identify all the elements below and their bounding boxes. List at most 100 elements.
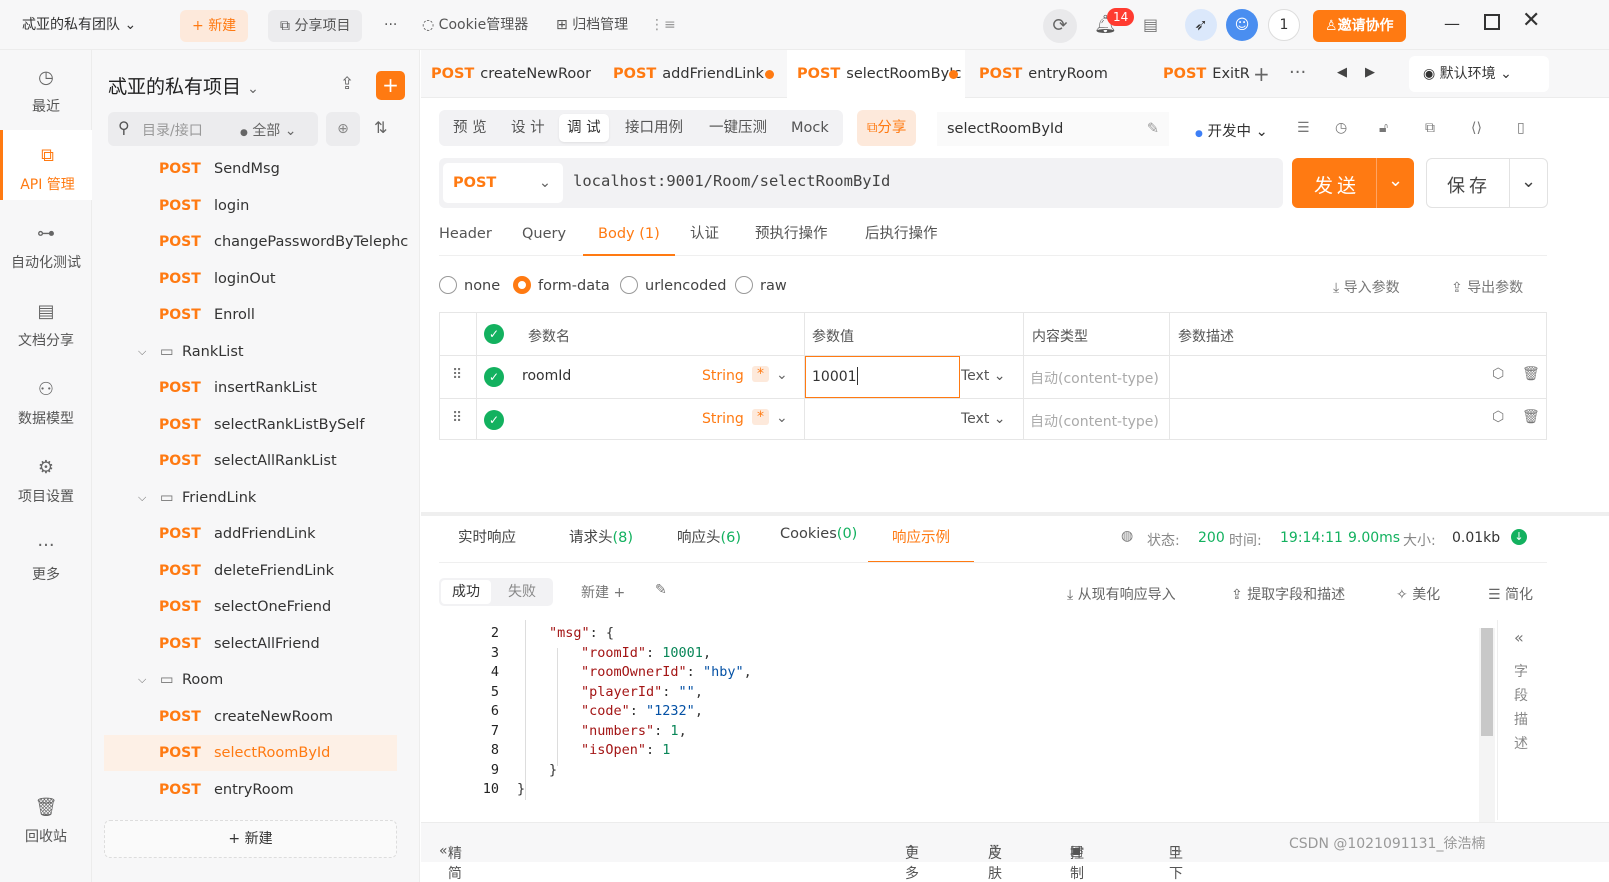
editor-scrollbar[interactable]	[1479, 628, 1495, 824]
url-input[interactable]: localhost:9001/Room/selectRoomById	[573, 172, 890, 190]
tab-selectRoomById[interactable]: POST selectRoomByIc	[787, 50, 965, 98]
rail-item-recent[interactable]: ◷ 最近	[0, 64, 92, 130]
rail-item-api[interactable]: ⧉ API 管理	[0, 130, 92, 200]
invite-button[interactable]: ♙邀请协作	[1313, 10, 1406, 42]
tree-api-item[interactable]: POST SendMsg	[92, 151, 420, 187]
body-type-form-data[interactable]: form-data	[513, 276, 610, 296]
outline-icon[interactable]: ☰	[1297, 120, 1310, 136]
row-check-icon[interactable]: ✓	[484, 410, 504, 430]
export-icon[interactable]: ⇪	[340, 74, 354, 94]
new-button[interactable]: + 新建	[180, 10, 249, 42]
scroll-thumb[interactable]	[1481, 628, 1493, 736]
tree-api-item[interactable]: POST insertRankList	[92, 370, 420, 406]
archive-manager-button[interactable]: ⊞ 归档管理	[556, 10, 628, 40]
close-icon[interactable]: ✕	[1522, 8, 1540, 33]
subtab-pre-request[interactable]: 预执行操作	[755, 220, 828, 260]
maximize-icon[interactable]	[1484, 14, 1500, 30]
share-project-button[interactable]: ⧉ 分享项目	[268, 10, 363, 42]
cube-icon[interactable]: ⬡	[1492, 409, 1504, 425]
body-type-raw[interactable]: raw	[735, 276, 787, 296]
member-count[interactable]: 1	[1268, 9, 1300, 41]
pane-splitter[interactable]	[421, 512, 1609, 516]
chevron-down-icon[interactable]: ⌵	[138, 480, 146, 516]
import-params-button[interactable]: ⤓ 导入参数	[1333, 277, 1400, 297]
tree-api-item[interactable]: POST selectAllFriend	[92, 626, 420, 662]
mode-preview[interactable]: 预 览	[445, 114, 495, 142]
status-select[interactable]: ● 开发中 ⌄	[1195, 120, 1268, 141]
tree-api-item[interactable]: POST selectRoomById	[104, 735, 397, 771]
subtab-header[interactable]: Header	[439, 220, 492, 260]
tree-api-item[interactable]: POST entryRoom	[92, 772, 420, 808]
tree-folder[interactable]: ⌵ ▭ FriendLink	[92, 480, 420, 516]
note-icon[interactable]: ▤	[1143, 15, 1158, 34]
subtab-query[interactable]: Query	[522, 220, 566, 260]
body-type-urlencoded[interactable]: urlencoded	[620, 276, 726, 296]
send-button[interactable]: 发送 ⌄	[1292, 158, 1414, 208]
content-type-input[interactable]: 自动(content-type)	[1030, 368, 1159, 388]
import-from-response-button[interactable]: ⤓ 从现有响应导入	[1067, 584, 1176, 604]
tab-createNewRoom[interactable]: POST createNewRoor	[431, 50, 591, 98]
method-select[interactable]: POST ⌄	[443, 163, 563, 203]
tree-folder[interactable]: ⌵ ▭ RankList	[92, 334, 420, 370]
search-input[interactable]: 目录/接口	[142, 120, 203, 140]
cube-icon[interactable]: ⬡	[1492, 366, 1504, 382]
mode-stress[interactable]: 一键压测	[701, 114, 775, 142]
lock-icon[interactable]: 🔓︎	[1379, 120, 1388, 136]
mode-design[interactable]: 设 计	[503, 114, 553, 142]
delete-icon[interactable]: 🗑︎	[1522, 409, 1540, 425]
drag-handle-icon[interactable]: ⠿	[452, 410, 462, 426]
check-all-icon[interactable]: ✓	[484, 324, 504, 344]
tree-api-item[interactable]: POST changePasswordByTelephc	[92, 224, 420, 260]
tab-next-icon[interactable]: ▶	[1365, 65, 1375, 80]
tab-ExitRoom[interactable]: POST ExitR	[1163, 50, 1253, 98]
delete-icon[interactable]: 🗑︎	[1522, 366, 1540, 382]
rail-item-trash[interactable]: 🗑︎ 回收站	[0, 796, 92, 862]
rail-item-doc-share[interactable]: ▤ 文档分享	[0, 300, 92, 366]
sync-icon[interactable]: ⟳	[1043, 9, 1077, 43]
collapse-left-icon[interactable]: «	[1514, 628, 1524, 647]
resp-tab-resp-headers[interactable]: 响应头(6)	[677, 526, 741, 547]
project-switcher[interactable]: 忒亚的私有项目 ⌄	[108, 72, 259, 99]
chevron-down-icon[interactable]: ⌄	[1521, 171, 1536, 192]
param-name-input[interactable]: roomId	[522, 368, 571, 384]
tree-api-item[interactable]: POST selectAllRankList	[92, 443, 420, 479]
example-success[interactable]: 成功	[441, 580, 491, 604]
field-desc-panel[interactable]: « 字段描述	[1497, 620, 1547, 820]
tree-new-button[interactable]: + 新建	[104, 820, 397, 858]
required-toggle[interactable]: *	[752, 366, 769, 382]
content-type-input[interactable]: 自动(content-type)	[1030, 411, 1159, 431]
rail-item-more[interactable]: ··· 更多	[0, 534, 92, 600]
team-switcher[interactable]: 忒亚的私有团队 ⌄	[22, 10, 136, 40]
param-type-select[interactable]: String	[702, 368, 744, 384]
doc-icon[interactable]: ▯	[1517, 120, 1525, 136]
param-type-select[interactable]: String	[702, 411, 744, 427]
history-icon[interactable]: ◷	[1335, 120, 1347, 136]
chevron-down-icon[interactable]: ⌄	[776, 410, 788, 426]
chevron-down-icon[interactable]: ⌄	[776, 367, 788, 383]
mode-debug[interactable]: 调 试	[559, 114, 609, 142]
subtab-body[interactable]: Body (1)	[583, 220, 675, 256]
more-tabs-icon[interactable]: ···	[1289, 62, 1306, 83]
copy-icon[interactable]: ⧉	[1425, 120, 1435, 136]
chevron-down-icon[interactable]: ⌵	[138, 334, 146, 370]
rail-item-data-model[interactable]: ⚇ 数据模型	[0, 378, 92, 444]
tree-api-item[interactable]: POST login	[92, 188, 420, 224]
chevron-down-icon[interactable]: ⌄	[1388, 170, 1403, 191]
search-box[interactable]: ⚲ 目录/接口 ● 全部 ⌄	[108, 112, 318, 146]
tree-api-item[interactable]: POST addFriendLink	[92, 516, 420, 552]
tree-api-item[interactable]: POST deleteFriendLink	[92, 553, 420, 589]
tab-addFriendLink[interactable]: POST addFriendLink	[613, 50, 783, 98]
rail-item-project-settings[interactable]: ⚙ 项目设置	[0, 456, 92, 522]
tab-entryRoom[interactable]: POST entryRoom	[979, 50, 1139, 98]
tree-api-item[interactable]: POST selectRankListBySelf	[92, 407, 420, 443]
drag-handle-icon[interactable]: ⠿	[452, 367, 462, 383]
add-tab-icon[interactable]: +	[1253, 62, 1270, 86]
subtab-auth[interactable]: 认证	[690, 220, 719, 260]
mode-cases[interactable]: 接口用例	[617, 114, 691, 142]
env-select[interactable]: ◉ 默认环境 ⌄	[1409, 56, 1549, 92]
resp-tab-req-headers[interactable]: 请求头(8)	[569, 526, 633, 547]
collapse-icon[interactable]: ⋮≡	[650, 10, 676, 40]
rail-item-automation[interactable]: ⊶ 自动化测试	[0, 222, 92, 288]
new-example-button[interactable]: 新建 +	[581, 582, 625, 602]
tree-api-item[interactable]: POST createNewRoom	[92, 699, 420, 735]
